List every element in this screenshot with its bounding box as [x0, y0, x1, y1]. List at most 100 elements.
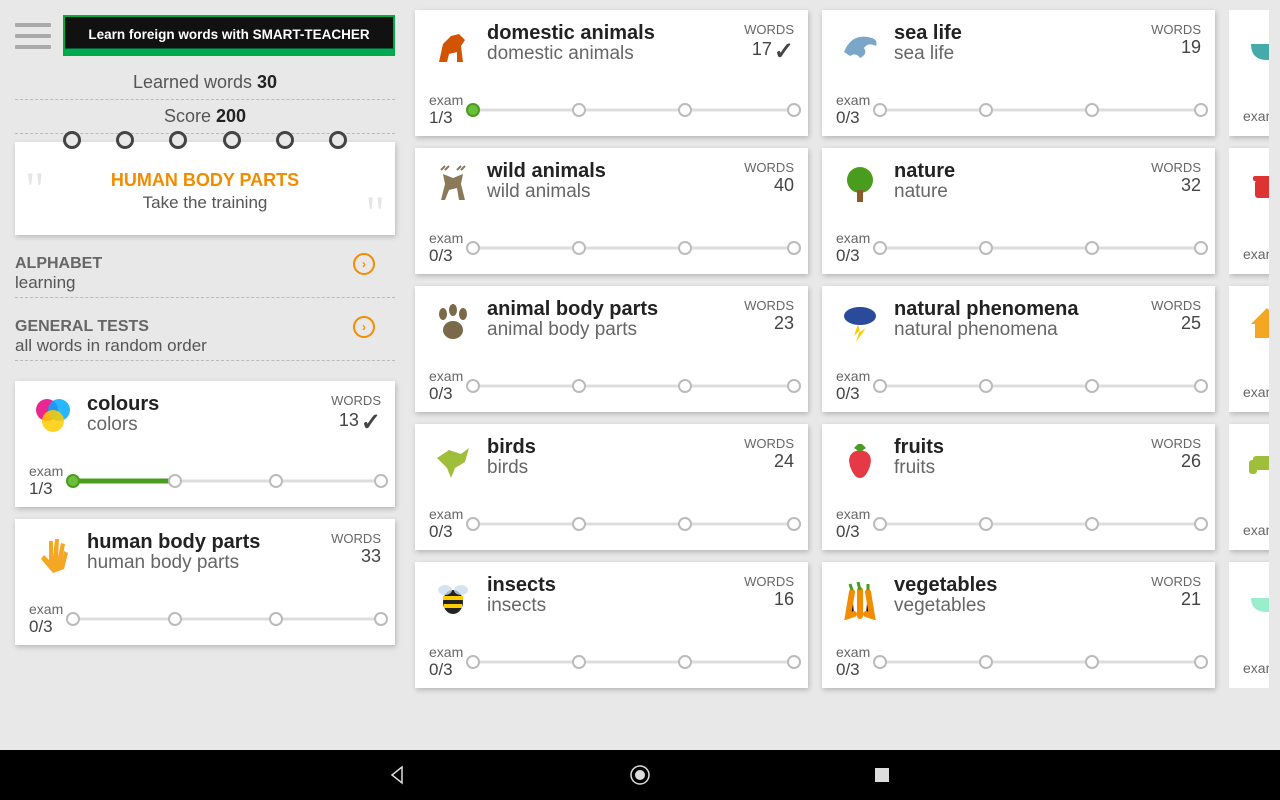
exam-count: 1/3	[29, 479, 63, 499]
exam-label: exam	[29, 463, 63, 479]
topic-card[interactable]: domestic animals domestic animals WORDS …	[415, 10, 808, 136]
topic-card[interactable]: WORDS exam	[1229, 10, 1269, 136]
exam-count: 0/3	[836, 522, 870, 542]
topic-card[interactable]: WORDS exam	[1229, 424, 1269, 550]
card-word-count: WORDS 24	[744, 436, 794, 472]
progress-slider[interactable]	[73, 607, 381, 631]
topic-card[interactable]: animal body parts animal body parts WORD…	[415, 286, 808, 412]
card-title: birds	[487, 436, 734, 458]
app-banner: Learn foreign words with SMART-TEACHER	[63, 15, 395, 56]
menu-button[interactable]	[15, 23, 51, 49]
exam-label: exam	[1243, 246, 1269, 262]
topic-card[interactable]: colours colors WORDS 13✓ exam 1/3	[15, 381, 395, 507]
exam-label: exam	[836, 368, 870, 384]
progress-slider[interactable]	[880, 98, 1201, 122]
check-icon: ✓	[361, 408, 381, 437]
progress-slider[interactable]	[880, 512, 1201, 536]
back-button[interactable]	[387, 764, 409, 786]
exam-label: exam	[836, 230, 870, 246]
card-subtitle: animal body parts	[487, 320, 734, 341]
exam-count: 1/3	[429, 108, 463, 128]
card-title: insects	[487, 574, 734, 596]
topic-card[interactable]: sea life sea life WORDS 19 exam 0/3	[822, 10, 1215, 136]
house-icon	[1243, 298, 1269, 346]
exam-count: 0/3	[836, 660, 870, 680]
progress-slider[interactable]	[473, 374, 794, 398]
topic-card[interactable]: insects insects WORDS 16 exam 0/3	[415, 562, 808, 688]
arrow-right-icon: ›	[353, 316, 375, 338]
card-word-count: WORDS 19	[1151, 22, 1201, 58]
colours-icon	[29, 393, 77, 441]
card-title: wild animals	[487, 160, 734, 182]
card-subtitle: sea life	[894, 44, 1141, 65]
progress-slider[interactable]	[880, 650, 1201, 674]
progress-slider[interactable]	[73, 469, 381, 493]
android-navbar	[0, 750, 1280, 800]
topic-card[interactable]: nature nature WORDS 32 exam 0/3	[822, 148, 1215, 274]
card-subtitle: domestic animals	[487, 44, 734, 65]
exam-label: exam	[429, 92, 463, 108]
bowl-icon	[1243, 22, 1269, 70]
alphabet-link[interactable]: ALPHABET learning ›	[15, 251, 395, 298]
card-word-count: WORDS 16	[744, 574, 794, 610]
card-subtitle: vegetables	[894, 596, 1141, 617]
dolphin-icon	[836, 22, 884, 70]
progress-slider[interactable]	[473, 512, 794, 536]
storm-icon	[836, 298, 884, 346]
progress-slider[interactable]	[473, 650, 794, 674]
topic-card[interactable]: fruits fruits WORDS 26 exam 0/3	[822, 424, 1215, 550]
deer-icon	[429, 160, 477, 208]
topic-card[interactable]: WORDS exam	[1229, 562, 1269, 688]
training-title: HUMAN BODY PARTS	[35, 170, 375, 191]
bee-icon	[429, 574, 477, 622]
card-subtitle: natural phenomena	[894, 320, 1141, 341]
training-card[interactable]: " HUMAN BODY PARTS Take the training "	[15, 142, 395, 235]
general-tests-link[interactable]: GENERAL TESTS all words in random order …	[15, 314, 395, 361]
card-subtitle: nature	[894, 182, 1141, 203]
topic-card[interactable]: birds birds WORDS 24 exam 0/3	[415, 424, 808, 550]
exam-label: exam	[1243, 660, 1269, 676]
exam-count: 0/3	[836, 108, 870, 128]
exam-label: exam	[1243, 522, 1269, 538]
quote-icon: "	[25, 162, 45, 217]
learned-words-stat: Learned words 30	[15, 66, 395, 100]
progress-slider[interactable]	[473, 98, 794, 122]
hand-icon	[29, 531, 77, 579]
dog-icon	[429, 22, 477, 70]
card-title: vegetables	[894, 574, 1141, 596]
progress-slider[interactable]	[880, 374, 1201, 398]
arrow-right-icon: ›	[353, 253, 375, 275]
exam-count: 0/3	[836, 384, 870, 404]
topic-card[interactable]: vegetables vegetables WORDS 21 exam 0/3	[822, 562, 1215, 688]
home-button[interactable]	[629, 764, 651, 786]
card-title: sea life	[894, 22, 1141, 44]
topic-card[interactable]: WORDS exam	[1229, 148, 1269, 274]
topic-card[interactable]: WORDS exam	[1229, 286, 1269, 412]
recent-apps-button[interactable]	[871, 764, 893, 786]
card-word-count: WORDS 23	[744, 298, 794, 334]
score-stat: Score 200	[15, 100, 395, 134]
topic-card[interactable]: human body parts human body parts WORDS …	[15, 519, 395, 645]
tree-icon	[836, 160, 884, 208]
exam-label: exam	[1243, 384, 1269, 400]
training-subtitle: Take the training	[35, 193, 375, 213]
card-word-count: WORDS 40	[744, 160, 794, 196]
pot-icon	[1243, 160, 1269, 208]
carrot-icon	[836, 574, 884, 622]
card-title: natural phenomena	[894, 298, 1141, 320]
progress-slider[interactable]	[473, 236, 794, 260]
bath-icon	[1243, 574, 1269, 622]
exam-label: exam	[429, 506, 463, 522]
card-title: colours	[87, 393, 321, 415]
quote-icon: "	[365, 186, 385, 241]
topic-card[interactable]: natural phenomena natural phenomena WORD…	[822, 286, 1215, 412]
topic-card[interactable]: wild animals wild animals WORDS 40 exam …	[415, 148, 808, 274]
exam-label: exam	[29, 601, 63, 617]
card-word-count: WORDS 13✓	[331, 393, 381, 437]
sofa-icon	[1243, 436, 1269, 484]
card-subtitle: colors	[87, 415, 321, 436]
card-subtitle: human body parts	[87, 553, 321, 574]
card-word-count: WORDS 21	[1151, 574, 1201, 610]
exam-label: exam	[429, 644, 463, 660]
progress-slider[interactable]	[880, 236, 1201, 260]
